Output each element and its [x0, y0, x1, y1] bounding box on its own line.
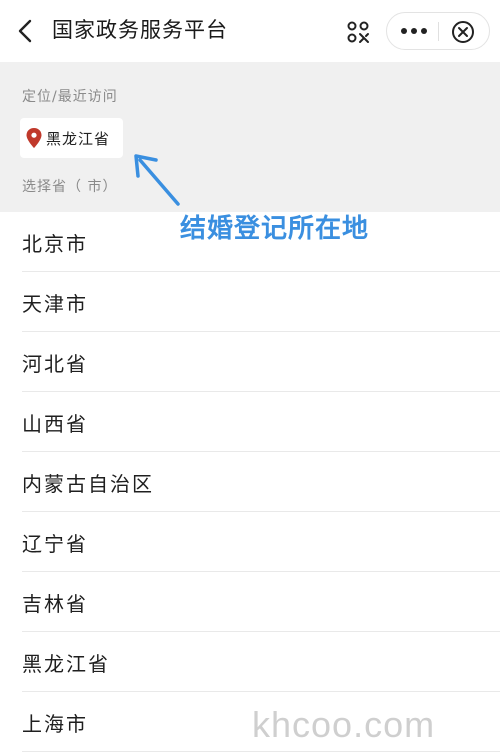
province-row-hebei[interactable]: 河北省 [0, 332, 500, 392]
province-label: 上海市 [22, 711, 88, 736]
annotation-arrow [134, 154, 180, 206]
location-pin-icon [26, 128, 42, 148]
province-row-jilin[interactable]: 吉林省 [0, 572, 500, 632]
province-label: 山西省 [22, 411, 88, 436]
page-title: 国家政务服务平台 [52, 18, 228, 42]
recent-visit-label: 定位/最近访问 [22, 89, 118, 105]
watermark-text: khcoo.com [252, 704, 436, 745]
select-province-label: 选择省（ 市） [22, 179, 118, 195]
capsule-divider [438, 22, 439, 41]
province-label: 辽宁省 [22, 531, 88, 556]
province-row-heilongjiang[interactable]: 黑龙江省 [0, 632, 500, 692]
province-label: 内蒙古自治区 [22, 471, 154, 496]
province-row-liaoning[interactable]: 辽宁省 [0, 512, 500, 572]
scan-icon[interactable] [346, 20, 370, 44]
province-label: 吉林省 [22, 591, 88, 616]
more-dots-icon[interactable] [399, 23, 429, 39]
close-circle-icon[interactable] [451, 20, 475, 44]
location-section: 定位/最近访问 黑龙江省 选择省（ 市） [0, 62, 500, 212]
province-row-beijing[interactable]: 北京市 [0, 212, 500, 272]
province-label: 黑龙江省 [22, 651, 110, 676]
mini-program-capsule [386, 12, 490, 50]
province-row-shanxi[interactable]: 山西省 [0, 392, 500, 452]
province-row-inner-mongolia[interactable]: 内蒙古自治区 [0, 452, 500, 512]
current-location-chip[interactable]: 黑龙江省 [20, 118, 123, 158]
province-label: 河北省 [22, 351, 88, 376]
province-label: 天津市 [22, 291, 88, 316]
province-list: 北京市 天津市 河北省 山西省 内蒙古自治区 辽宁省 吉林省 黑龙江省 上海市 [0, 212, 500, 752]
current-location-label: 黑龙江省 [46, 129, 111, 148]
row-divider [22, 751, 500, 752]
province-label: 北京市 [22, 231, 88, 256]
top-nav-bar: 国家政务服务平台 [0, 0, 500, 62]
chevron-left-icon[interactable] [12, 16, 40, 46]
province-row-tianjin[interactable]: 天津市 [0, 272, 500, 332]
